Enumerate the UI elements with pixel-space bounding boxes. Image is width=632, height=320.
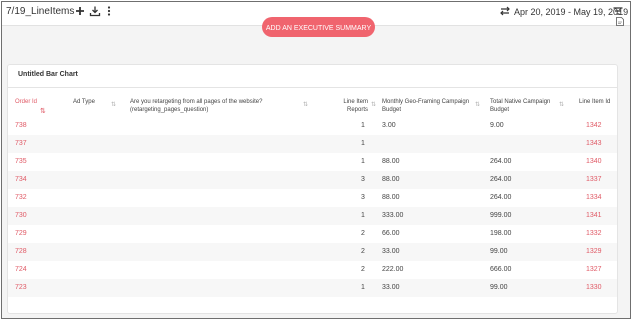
order-id-link[interactable]: 728 xyxy=(15,243,27,261)
line-item-id-link[interactable]: 1329 xyxy=(586,243,602,261)
reports-cell: 2 xyxy=(361,248,365,255)
reports-cell: 3 xyxy=(361,194,365,201)
geo-budget-cell: 33.00 xyxy=(382,284,400,291)
order-id-link[interactable]: 738 xyxy=(15,117,27,135)
table-row: 734 3 88.00 264.00 1337 xyxy=(8,171,617,189)
header-ad-type[interactable]: Ad Type xyxy=(73,98,95,106)
card-divider xyxy=(8,87,617,88)
sort-icon[interactable]: ⇅ xyxy=(111,102,116,108)
kebab-icon[interactable] xyxy=(103,5,115,17)
table-row: 723 1 33.00 99.00 1330 xyxy=(8,279,617,297)
table-row: 737 1 1343 xyxy=(8,135,617,153)
line-item-id-link[interactable]: 1342 xyxy=(586,117,602,135)
header-native-campaign-budget[interactable]: Total Native Campaign Budget xyxy=(490,98,560,114)
download-icon[interactable] xyxy=(89,5,101,17)
order-id-link[interactable]: 729 xyxy=(15,225,27,243)
pdf-icon[interactable] xyxy=(616,17,624,26)
native-budget-cell: 99.00 xyxy=(490,248,508,255)
header-line-item-reports[interactable]: Line Item Reports xyxy=(328,98,368,114)
native-budget-cell: 264.00 xyxy=(490,158,512,165)
sort-icon[interactable]: ⇅ xyxy=(559,102,564,108)
geo-budget-cell: 33.00 xyxy=(382,248,400,255)
order-id-link[interactable]: 730 xyxy=(15,207,27,225)
geo-budget-cell: 3.00 xyxy=(382,122,396,129)
table-row: 724 2 222.00 666.00 1327 xyxy=(8,261,617,279)
card-title: Untitled Bar Chart xyxy=(18,71,78,78)
line-item-id-link[interactable]: 1337 xyxy=(586,171,602,189)
report-title: 7/19_LineItems xyxy=(6,6,75,17)
order-id-link[interactable]: 724 xyxy=(15,261,27,279)
geo-budget-cell: 222.00 xyxy=(382,266,404,273)
line-item-id-link[interactable]: 1341 xyxy=(586,207,602,225)
reports-cell: 1 xyxy=(361,284,365,291)
table-row: 732 3 88.00 264.00 1334 xyxy=(8,189,617,207)
app-window: 7/19_LineItems Apr 20, 2019 - May 19, 20… xyxy=(1,1,631,319)
line-item-id-link[interactable]: 1332 xyxy=(586,225,602,243)
header-line-item-id[interactable]: Line Item Id xyxy=(579,98,610,106)
line-item-id-link[interactable]: 1334 xyxy=(586,189,602,207)
geo-budget-cell: 333.00 xyxy=(382,212,404,219)
reports-cell: 1 xyxy=(361,140,365,147)
order-id-link[interactable]: 735 xyxy=(15,153,27,171)
reports-cell: 1 xyxy=(361,122,365,129)
swap-icon[interactable] xyxy=(499,5,511,17)
line-item-id-link[interactable]: 1327 xyxy=(586,261,602,279)
reports-cell: 2 xyxy=(361,230,365,237)
table-row: 728 2 33.00 99.00 1329 xyxy=(8,243,617,261)
reports-cell: 3 xyxy=(361,176,365,183)
reports-cell: 1 xyxy=(361,158,365,165)
native-budget-cell: 666.00 xyxy=(490,266,512,273)
native-budget-cell: 198.00 xyxy=(490,230,512,237)
table-card: Untitled Bar Chart Order Id ⇅ Ad Type ⇅ … xyxy=(7,64,618,314)
native-budget-cell: 264.00 xyxy=(490,194,512,201)
header-order-id[interactable]: Order Id xyxy=(15,98,37,106)
order-id-link[interactable]: 732 xyxy=(15,189,27,207)
line-item-id-link[interactable]: 1343 xyxy=(586,135,602,153)
reports-cell: 2 xyxy=(361,266,365,273)
line-item-id-link[interactable]: 1340 xyxy=(586,153,602,171)
order-id-link[interactable]: 723 xyxy=(15,279,27,297)
table-row: 730 1 333.00 999.00 1341 xyxy=(8,207,617,225)
sort-icon[interactable]: ⇅ xyxy=(303,102,308,108)
date-range-picker[interactable]: Apr 20, 2019 - May 19, 2019 xyxy=(514,7,628,17)
header-retargeting[interactable]: Are you retargeting from all pages of th… xyxy=(130,98,310,114)
geo-budget-cell: 88.00 xyxy=(382,194,400,201)
sort-desc-icon[interactable]: ⇅ xyxy=(40,108,46,115)
native-budget-cell: 999.00 xyxy=(490,212,512,219)
header-geo-framing-budget[interactable]: Monthly Geo-Framing Campaign Budget xyxy=(382,98,472,114)
filter-icon[interactable] xyxy=(612,5,624,17)
add-executive-summary-button[interactable]: ADD AN EXECUTIVE SUMMARY xyxy=(262,17,375,37)
table-row: 729 2 66.00 198.00 1332 xyxy=(8,225,617,243)
plus-icon[interactable] xyxy=(74,5,86,17)
table-row: 738 1 3.00 9.00 1342 xyxy=(8,117,617,135)
order-id-link[interactable]: 737 xyxy=(15,135,27,153)
geo-budget-cell: 88.00 xyxy=(382,158,400,165)
line-item-id-link[interactable]: 1330 xyxy=(586,279,602,297)
native-budget-cell: 9.00 xyxy=(490,122,504,129)
order-id-link[interactable]: 734 xyxy=(15,171,27,189)
sort-icon[interactable]: ⇅ xyxy=(371,102,376,108)
native-budget-cell: 99.00 xyxy=(490,284,508,291)
sort-icon[interactable]: ⇅ xyxy=(475,102,480,108)
geo-budget-cell: 88.00 xyxy=(382,176,400,183)
native-budget-cell: 264.00 xyxy=(490,176,512,183)
table-row: 735 1 88.00 264.00 1340 xyxy=(8,153,617,171)
reports-cell: 1 xyxy=(361,212,365,219)
geo-budget-cell: 66.00 xyxy=(382,230,400,237)
